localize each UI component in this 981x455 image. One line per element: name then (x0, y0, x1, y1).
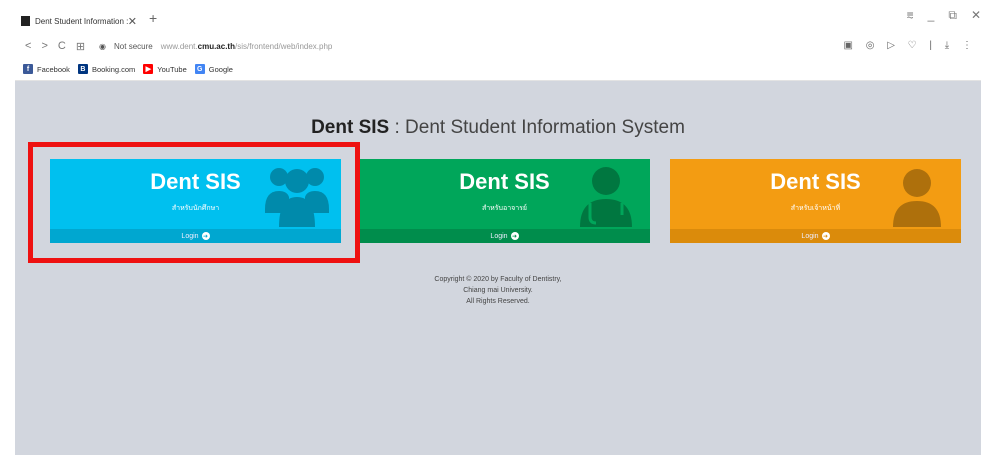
browser-tab[interactable]: Dent Student Information : ✕ (15, 8, 143, 34)
bookmark-facebook[interactable]: f Facebook (23, 64, 70, 74)
bookmark-label: Booking.com (91, 64, 136, 74)
forward-icon[interactable]: > (41, 40, 47, 52)
not-secure-label: Not secure (114, 41, 153, 51)
restore-icon[interactable]: ⧉ (948, 8, 957, 23)
page-title: Dent SIS : Dent Student Information Syst… (311, 117, 685, 138)
booking-icon: B (77, 64, 88, 74)
url-field[interactable]: ◉ Not secure www.dent.cmu.ac.th/sis/fron… (99, 42, 332, 51)
tab-title: Dent Student Information : (35, 16, 128, 26)
staff-login-box[interactable]: Dent SIS สำหรับเจ้าหน้าที่ Login ➜ (670, 159, 961, 243)
bookmarks-bar: f Facebook B Booking.com ▶ YouTube G Google (15, 58, 981, 81)
teacher-login-link[interactable]: Login ➜ (359, 229, 650, 243)
reload-icon[interactable]: C (58, 40, 66, 52)
close-tab-icon[interactable]: ✕ (128, 15, 137, 28)
address-bar: < > C ⊞ ◉ Not secure www.dent.cmu.ac.th/… (15, 34, 981, 58)
youtube-icon: ▶ (143, 64, 154, 74)
google-icon: G (194, 64, 205, 74)
box-subtitle: สำหรับอาจารย์ (481, 205, 528, 212)
facebook-icon: f (23, 64, 33, 74)
arrow-right-icon: ➜ (821, 232, 830, 240)
url-text: www.dent.cmu.ac.th/sis/frontend/web/inde… (160, 41, 333, 51)
page-content: Dent SIS : Dent Student Information Syst… (15, 81, 981, 455)
bookmark-youtube[interactable]: ▶ YouTube (143, 64, 187, 74)
teacher-login-box[interactable]: Dent SIS สำหรับอาจารย์ Login ➜ (359, 159, 650, 243)
back-icon[interactable]: < (25, 40, 31, 52)
box-subtitle: สำหรับเจ้าหน้าที่ (790, 205, 841, 212)
staff-login-link[interactable]: Login ➜ (670, 229, 961, 243)
bookmark-google[interactable]: G Google (194, 64, 233, 74)
arrow-right-icon: ➜ (510, 232, 519, 240)
bookmark-label: Facebook (37, 64, 70, 74)
bookmark-label: YouTube (157, 64, 187, 74)
box-title: Dent SIS (770, 169, 861, 194)
apps-grid-icon[interactable]: ⊞ (76, 40, 85, 53)
box-title: Dent SIS (459, 169, 550, 194)
new-tab-button[interactable]: + (149, 10, 157, 26)
browser-toolbar-icons[interactable]: ▣ ◎ ▷ ♡ | ⤓ ⋮ (843, 40, 977, 51)
tab-search-icon[interactable]: ⩳ (907, 8, 914, 23)
minimize-icon[interactable]: _ (928, 8, 935, 23)
tab-bar: Dent Student Information : ✕ + ⩳ _ ⧉ ✕ (15, 0, 981, 34)
close-window-icon[interactable]: ✕ (971, 8, 981, 23)
window-controls: ⩳ _ ⧉ ✕ (907, 8, 981, 23)
copyright-text: Copyright © 2020 by Faculty of Dentistry… (434, 276, 562, 305)
highlight-annotation (28, 142, 360, 263)
bookmark-bookingcom[interactable]: B Booking.com (77, 64, 136, 74)
favicon-icon (21, 16, 30, 26)
bookmark-label: Google (208, 64, 233, 74)
not-secure-icon: ◉ (99, 41, 107, 51)
